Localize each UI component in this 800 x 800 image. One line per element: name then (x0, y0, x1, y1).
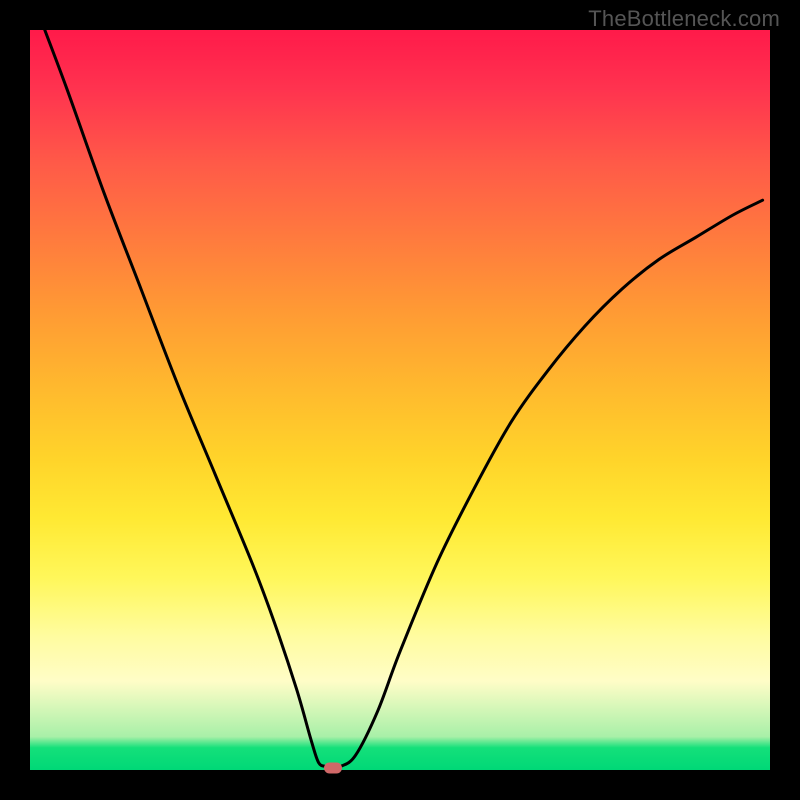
chart-plot-area (30, 30, 770, 770)
bottleneck-curve (45, 30, 763, 767)
curve-svg (30, 30, 770, 770)
watermark-text: TheBottleneck.com (588, 6, 780, 32)
optimal-point-marker (324, 762, 342, 773)
